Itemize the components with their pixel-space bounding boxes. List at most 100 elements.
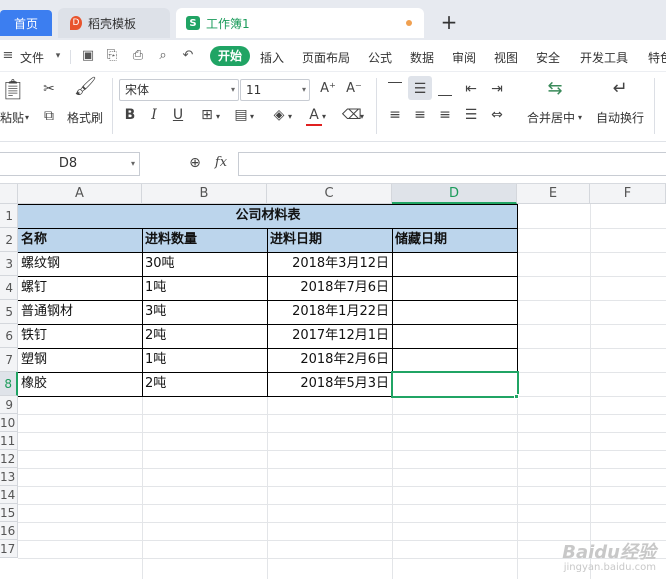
tab-home[interactable]: 首页	[0, 10, 52, 36]
align-left-icon[interactable]: ≡	[386, 106, 404, 124]
chevron-down-icon[interactable]: ▾	[360, 108, 364, 126]
column-header-f[interactable]: F	[590, 184, 666, 204]
cell-name[interactable]: 塑钢	[18, 348, 142, 372]
cut-icon[interactable]: ✂	[40, 80, 58, 98]
selected-cell-d8[interactable]	[391, 371, 519, 398]
column-title-name[interactable]: 名称	[18, 228, 142, 252]
hamburger-menu-icon[interactable]: ≡	[0, 48, 16, 64]
cell-intake-date[interactable]: 2018年5月3日	[267, 372, 392, 396]
align-top-icon[interactable]: ⎺	[386, 80, 404, 98]
cell-intake-date[interactable]: 2018年1月22日	[267, 300, 392, 324]
cell-storage-date[interactable]	[392, 276, 517, 300]
cell-name[interactable]: 铁钉	[18, 324, 142, 348]
fill-handle[interactable]	[514, 394, 519, 399]
row-header-1[interactable]: 1	[0, 204, 18, 228]
auto-wrap-icon[interactable]: ↵	[607, 80, 633, 104]
chevron-down-icon[interactable]: ▾	[578, 109, 582, 127]
column-title-quantity[interactable]: 进料数量	[142, 228, 267, 252]
row-header-17[interactable]: 17	[0, 540, 18, 558]
cell-quantity[interactable]: 30吨	[142, 252, 267, 276]
row-header-2[interactable]: 2	[0, 228, 18, 252]
cell-intake-date[interactable]: 2017年12月1日	[267, 324, 392, 348]
chevron-down-icon[interactable]: ▾	[322, 108, 326, 126]
row-header-16[interactable]: 16	[0, 522, 18, 540]
menu-developer[interactable]: 开发工具	[580, 49, 628, 66]
cell-quantity[interactable]: 2吨	[142, 372, 267, 396]
paste-icon[interactable]: 📋︎	[0, 79, 26, 104]
decrease-indent-icon[interactable]: ⇤	[462, 80, 480, 98]
fill-color-icon[interactable]: ◈	[270, 106, 288, 124]
cell-quantity[interactable]: 1吨	[142, 348, 267, 372]
chevron-down-icon[interactable]: ▾	[288, 108, 292, 126]
column-header-d[interactable]: D	[392, 184, 517, 204]
spreadsheet-grid[interactable]: A B C D E F 1 2 3 4 5 6 7 8 9 10 11 12 1…	[0, 184, 666, 579]
chevron-down-icon[interactable]: ▾	[25, 109, 29, 127]
cell-intake-date[interactable]: 2018年7月6日	[267, 276, 392, 300]
row-header-9[interactable]: 9	[0, 396, 18, 414]
row-header-4[interactable]: 4	[0, 276, 18, 300]
cell-name[interactable]: 普通钢材	[18, 300, 142, 324]
cell-intake-date[interactable]: 2018年3月12日	[267, 252, 392, 276]
column-title-storage-date[interactable]: 储藏日期	[392, 228, 517, 252]
row-header-14[interactable]: 14	[0, 486, 18, 504]
menu-features[interactable]: 特色	[648, 49, 666, 66]
row-header-13[interactable]: 13	[0, 468, 18, 486]
column-header-c[interactable]: C	[267, 184, 392, 204]
cell-quantity[interactable]: 2吨	[142, 324, 267, 348]
bold-icon[interactable]: B	[122, 106, 138, 124]
justify-icon[interactable]: ☰	[462, 106, 480, 124]
save-icon[interactable]: ▣	[80, 48, 96, 64]
merge-center-label[interactable]: 合并居中	[527, 109, 575, 126]
cell-quantity[interactable]: 1吨	[142, 276, 267, 300]
cell-name[interactable]: 橡胶	[18, 372, 142, 396]
row-header-10[interactable]: 10	[0, 414, 18, 432]
undo-icon[interactable]: ↶	[180, 48, 196, 64]
tab-workbook[interactable]: S 工作簿1	[176, 8, 424, 38]
cell-storage-date[interactable]	[392, 300, 517, 324]
menu-insert[interactable]: 插入	[260, 49, 284, 66]
chevron-down-icon[interactable]: ▾	[216, 108, 220, 126]
font-size-select[interactable]: 11 ▾	[240, 79, 310, 101]
align-bottom-icon[interactable]: ⎽	[436, 80, 454, 98]
cell-name[interactable]: 螺纹钢	[18, 252, 142, 276]
increase-indent-icon[interactable]: ⇥	[488, 80, 506, 98]
row-header-12[interactable]: 12	[0, 450, 18, 468]
border-icon[interactable]: ⊞	[198, 106, 216, 124]
zoom-icon[interactable]: ⊕	[186, 154, 204, 172]
cell-style-icon[interactable]: ▤	[232, 106, 250, 124]
tab-template[interactable]: D 稻壳模板	[58, 8, 170, 38]
copy-icon[interactable]: ⧉	[40, 107, 58, 125]
paste-label[interactable]: 粘贴	[0, 109, 24, 126]
align-center-icon[interactable]: ≡	[411, 106, 429, 124]
print-preview-icon[interactable]: ⌕	[155, 48, 171, 64]
chevron-down-icon[interactable]: ▾	[50, 48, 66, 64]
column-title-intake-date[interactable]: 进料日期	[267, 228, 392, 252]
row-header-6[interactable]: 6	[0, 324, 18, 348]
menu-start[interactable]: 开始	[210, 46, 250, 66]
row-header-8[interactable]: 8	[0, 372, 18, 396]
align-middle-icon[interactable]: ☰	[411, 80, 429, 98]
menu-view[interactable]: 视图	[494, 49, 518, 66]
sheet-title[interactable]: 公司材料表	[18, 204, 518, 228]
chevron-down-icon[interactable]: ▾	[250, 108, 254, 126]
menu-review[interactable]: 审阅	[452, 49, 476, 66]
format-painter-label[interactable]: 格式刷	[67, 109, 103, 126]
distributed-align-icon[interactable]: ⇔	[488, 106, 506, 124]
cell-storage-date[interactable]	[392, 324, 517, 348]
select-all-corner[interactable]	[0, 184, 18, 204]
row-header-3[interactable]: 3	[0, 252, 18, 276]
auto-wrap-label[interactable]: 自动换行	[596, 109, 644, 126]
add-tab-button[interactable]: +	[438, 10, 460, 34]
column-header-b[interactable]: B	[142, 184, 267, 204]
decrease-font-size-icon[interactable]: A⁻	[344, 80, 364, 98]
underline-icon[interactable]: U	[170, 106, 186, 124]
print-icon[interactable]: ⎙	[130, 48, 146, 64]
export-icon[interactable]: ⎘	[104, 48, 120, 64]
column-header-e[interactable]: E	[517, 184, 590, 204]
fx-icon[interactable]: fx	[212, 154, 230, 172]
font-color-icon[interactable]: A	[306, 106, 322, 126]
cell-storage-date[interactable]	[392, 252, 517, 276]
cell-quantity[interactable]: 3吨	[142, 300, 267, 324]
menu-file[interactable]: 文件	[20, 49, 44, 66]
menu-page-layout[interactable]: 页面布局	[302, 49, 350, 66]
